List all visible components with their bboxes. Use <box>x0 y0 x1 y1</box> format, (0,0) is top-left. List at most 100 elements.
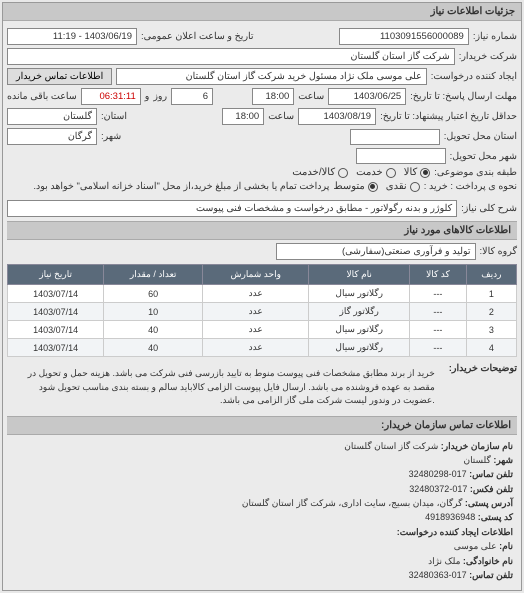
table-cell: عدد <box>203 321 309 339</box>
org-tel-v: 017-32480298 <box>409 469 467 479</box>
panel-body: شماره نیاز: 1103091556000089 تاریخ و ساع… <box>3 21 521 590</box>
th-index: ردیف <box>466 265 516 285</box>
province-label: استان: <box>101 111 127 122</box>
need-number-label: شماره نیاز: <box>473 31 517 42</box>
row-payment: نحوه ی پرداخت : خرید : نقدی متوسط پرداخت… <box>7 181 517 192</box>
group-value: تولید و فرآوری صنعتی(سفارشی) <box>276 243 476 260</box>
table-cell: رگلاتور سیال <box>309 321 410 339</box>
delivery-city-value <box>356 148 446 164</box>
table-cell: --- <box>410 303 467 321</box>
time-label-1: ساعت <box>298 91 324 102</box>
table-cell: 10 <box>104 303 203 321</box>
reply-until-label: مهلت ارسال پاسخ: تا تاریخ: <box>410 91 517 102</box>
row-number: شماره نیاز: 1103091556000089 تاریخ و ساع… <box>7 28 517 45</box>
table-cell: عدد <box>203 339 309 357</box>
publish-datetime-label: تاریخ و ساعت اعلان عمومی: <box>141 31 254 42</box>
description-value: کلوژر و بدنه رگولاتور - مطابق درخواست و … <box>7 200 457 217</box>
row-valid-until: حداقل تاریخ اعتبار پیشنهاد: تا تاریخ: 14… <box>7 108 517 125</box>
table-cell: --- <box>410 285 467 303</box>
table-cell: رگلاتور گاز <box>309 303 410 321</box>
org-name-k: نام سازمان خریدار: <box>441 441 513 451</box>
group-label: گروه کالا: <box>480 246 517 257</box>
th-date: تاریخ نیاز <box>8 265 104 285</box>
row-description: شرح کلی نیاز: کلوژر و بدنه رگولاتور - مط… <box>7 200 517 217</box>
valid-until-label: حداقل تاریخ اعتبار پیشنهاد: تا تاریخ: <box>380 111 517 122</box>
buyer-label: شرکت خریدار: <box>459 51 517 62</box>
radio-both-label: کالا/خدمت <box>292 167 335 178</box>
panel-title: جزئیات اطلاعات نیاز <box>3 3 521 21</box>
valid-until-time: 18:00 <box>222 108 264 125</box>
table-cell: عدد <box>203 303 309 321</box>
table-cell: رگلاتور سیال <box>309 285 410 303</box>
radio-service[interactable]: خدمت <box>356 167 396 178</box>
table-cell: 1403/07/14 <box>8 339 104 357</box>
row-notes: توضیحات خریدار: خرید از برند مطابق مشخصا… <box>7 363 517 412</box>
th-qty: تعداد / مقدار <box>104 265 203 285</box>
table-cell: 40 <box>104 321 203 339</box>
category-label: طبقه بندی موضوعی: <box>434 167 517 178</box>
radio-dot-icon <box>338 168 348 178</box>
th-name: نام کالا <box>309 265 410 285</box>
table-cell: 1 <box>466 285 516 303</box>
table-row: 2---رگلاتور گازعدد101403/07/14 <box>8 303 517 321</box>
buyer-contact-button[interactable]: اطلاعات تماس خریدار <box>7 68 112 85</box>
creator-family-k: نام خانوادگی: <box>463 556 513 566</box>
org-addr-k: آدرس پستی: <box>465 498 513 508</box>
requester-value: علی موسی ملک نژاد مسئول خرید شرکت گاز اس… <box>116 68 427 85</box>
creator-title: اطلاعات ایجاد کننده درخواست: <box>397 527 513 537</box>
org-info-block: نام سازمان خریدار: شرکت گاز استان گلستان… <box>7 435 517 587</box>
table-cell: 60 <box>104 285 203 303</box>
radio-service-label: خدمت <box>356 167 383 178</box>
table-row: 4---رگلاتور سیالعدد401403/07/14 <box>8 339 517 357</box>
table-cell: 1403/07/14 <box>8 321 104 339</box>
creator-name-k: نام: <box>499 541 513 551</box>
org-addr-v: گرگان، میدان بسیج، سایت اداری، شرکت گاز … <box>242 498 463 508</box>
valid-until-date: 1403/08/19 <box>298 108 376 125</box>
remain-time: 06:31:11 <box>81 88 141 105</box>
remain-time-label: ساعت باقی مانده <box>7 91 77 102</box>
row-delivery-province: استان محل تحویل: شهر: گرگان <box>7 128 517 145</box>
reply-until-time: 18:00 <box>252 88 294 105</box>
org-section-title: اطلاعات تماس سازمان خریدار: <box>7 416 517 435</box>
radio-dot-icon <box>420 168 430 178</box>
payment-note: پرداخت تمام یا بخشی از مبلغ خرید،از محل … <box>7 181 329 192</box>
table-cell: 4 <box>466 339 516 357</box>
radio-cash[interactable]: نقدی <box>386 181 420 192</box>
table-cell: 1403/07/14 <box>8 285 104 303</box>
delivery-place-label: استان محل تحویل: <box>444 131 517 142</box>
reply-until-date: 1403/06/25 <box>328 88 406 105</box>
org-fax-v: 017-32480372 <box>409 484 467 494</box>
payment-label: نحوه ی پرداخت : خرید : <box>424 181 517 192</box>
table-cell: 3 <box>466 321 516 339</box>
notes-label: توضیحات خریدار: <box>443 363 517 374</box>
th-unit: واحد شمارش <box>203 265 309 285</box>
row-category: طبقه بندی موضوعی: کالا خدمت کالا/خدمت <box>7 167 517 178</box>
remain-days: 6 <box>171 88 213 105</box>
radio-medium[interactable]: متوسط <box>333 181 377 192</box>
org-zip-k: کد پستی: <box>478 512 513 522</box>
radio-goods[interactable]: کالا <box>404 167 431 178</box>
city-label: شهر: <box>101 131 121 142</box>
remain-and-label: و <box>145 91 150 102</box>
org-zip-v: 4918936948 <box>425 512 475 522</box>
goods-table: ردیف کد کالا نام کالا واحد شمارش تعداد /… <box>7 264 517 357</box>
table-cell: 40 <box>104 339 203 357</box>
org-prov-k: شهر: <box>493 455 513 465</box>
org-tel-k: تلفن تماس: <box>469 469 513 479</box>
goods-section-title: اطلاعات کالاهای مورد نیاز <box>7 221 517 240</box>
radio-dot-icon <box>386 168 396 178</box>
city-value: گرگان <box>7 128 97 145</box>
need-details-panel: جزئیات اطلاعات نیاز شماره نیاز: 11030915… <box>2 2 522 591</box>
radio-medium-label: متوسط <box>333 181 364 192</box>
org-fax-k: تلفن فکس: <box>470 484 513 494</box>
need-number-value: 1103091556000089 <box>339 28 469 45</box>
radio-cash-label: نقدی <box>386 181 407 192</box>
publish-datetime-value: 1403/06/19 - 11:19 <box>7 28 137 45</box>
table-row: 3---رگلاتور سیالعدد401403/07/14 <box>8 321 517 339</box>
radio-both[interactable]: کالا/خدمت <box>292 167 348 178</box>
row-delivery-city: شهر محل تحویل: <box>7 148 517 164</box>
radio-dot-icon <box>410 182 420 192</box>
creator-tel-k: تلفن تماس: <box>469 570 513 580</box>
category-radio-group: کالا خدمت کالا/خدمت <box>292 167 430 178</box>
province-value: گلستان <box>7 108 97 125</box>
